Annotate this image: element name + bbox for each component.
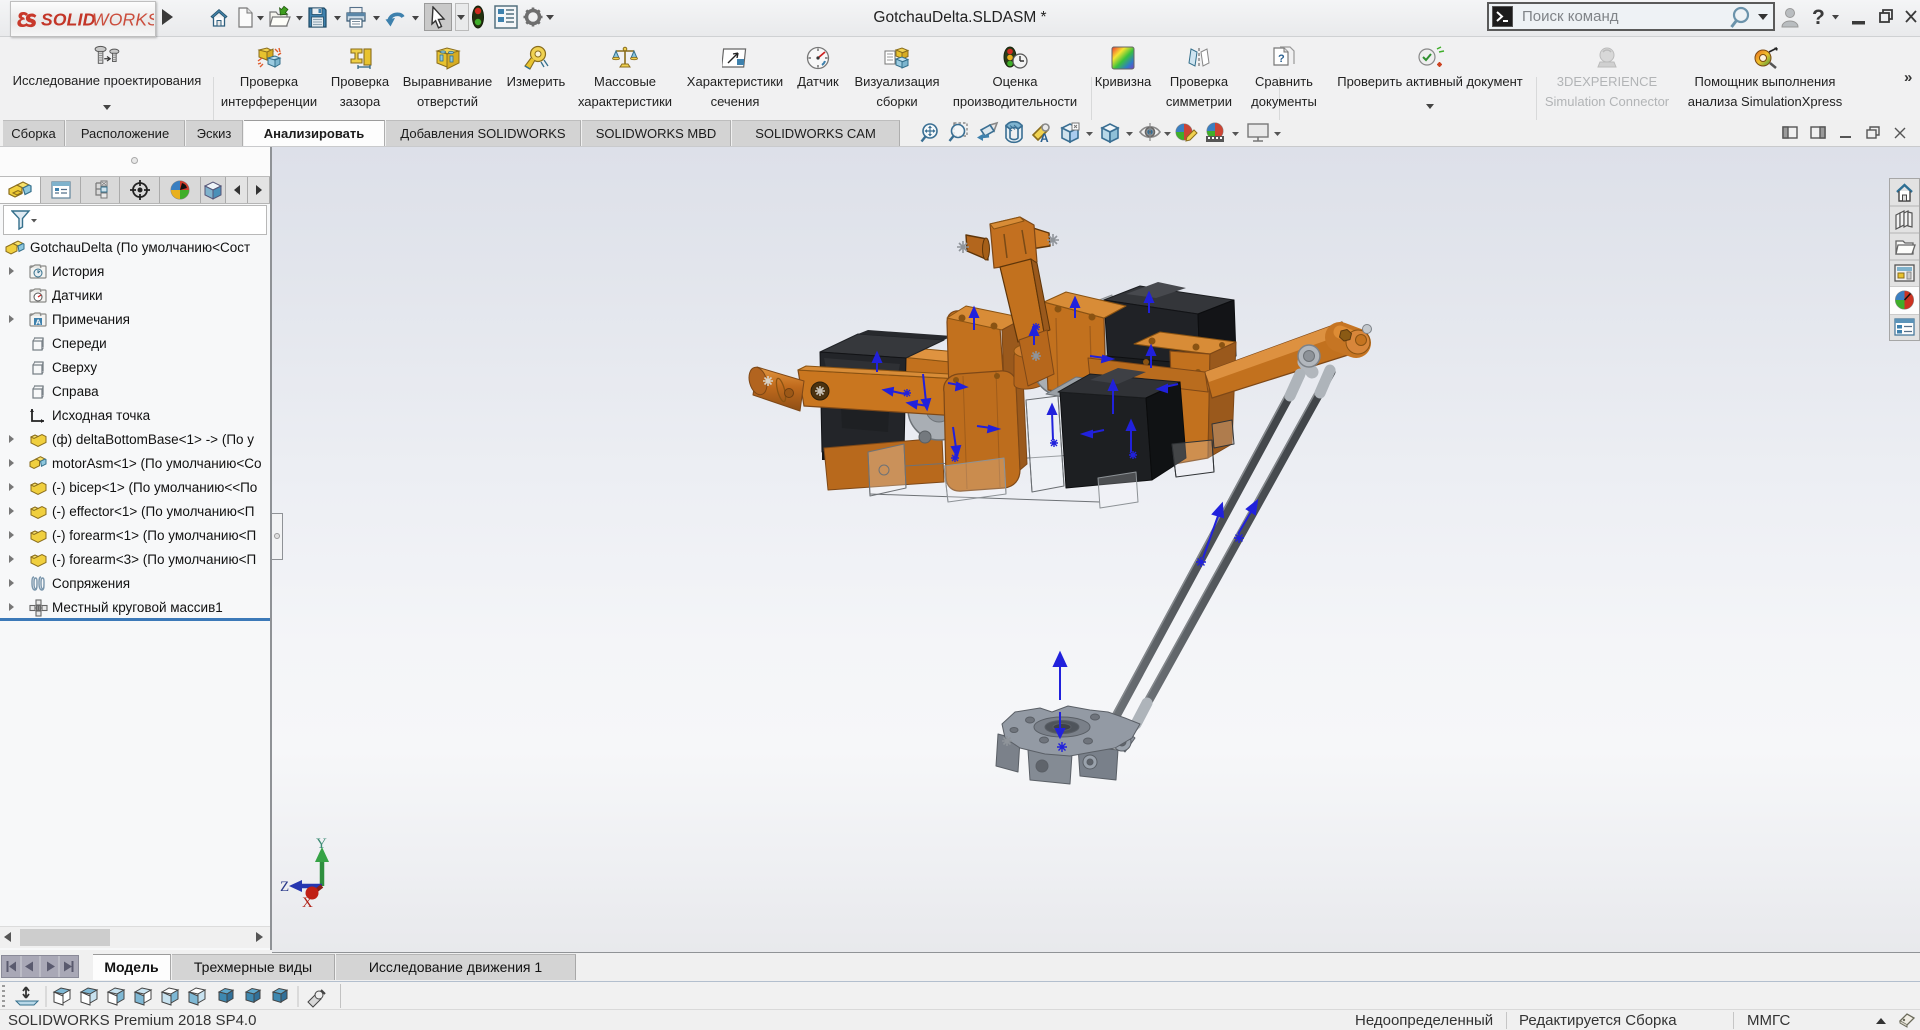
svg-text:X: X	[302, 895, 313, 911]
svg-text:WORKS: WORKS	[92, 10, 154, 30]
svg-text:Y: Y	[316, 836, 327, 852]
svg-text:Z: Z	[280, 879, 289, 895]
svg-text:SOLID: SOLID	[41, 10, 96, 30]
